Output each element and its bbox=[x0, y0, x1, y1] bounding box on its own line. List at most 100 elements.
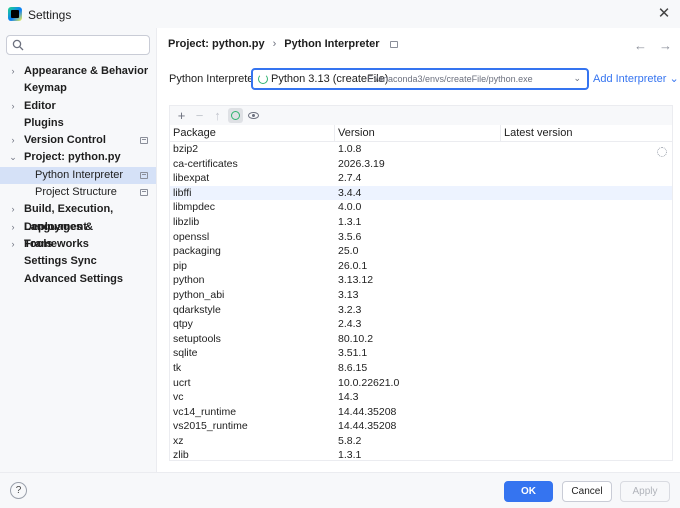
settings-search-box[interactable] bbox=[6, 35, 150, 55]
package-name-cell: python bbox=[173, 274, 205, 287]
chevron-right-icon[interactable]: › bbox=[9, 132, 17, 149]
packages-table-header: Package Version Latest version bbox=[170, 125, 672, 142]
sidebar-item-languages-frameworks[interactable]: › Languages & Frameworks bbox=[0, 219, 156, 250]
forward-arrow-icon[interactable]: → bbox=[659, 38, 672, 53]
table-row[interactable]: packaging 25.0 bbox=[170, 244, 672, 259]
table-row[interactable]: zlib 1.3.1 bbox=[170, 448, 672, 463]
table-row[interactable]: qtpy 2.4.3 bbox=[170, 317, 672, 332]
cancel-button[interactable]: Cancel bbox=[562, 481, 612, 502]
project-scope-icon bbox=[140, 171, 148, 179]
ok-button[interactable]: OK bbox=[504, 481, 553, 502]
add-package-icon[interactable]: + bbox=[174, 108, 189, 123]
back-arrow-icon[interactable]: ← bbox=[634, 38, 647, 53]
table-row[interactable]: libffi 3.4.4 bbox=[170, 185, 672, 201]
sidebar-item-label: Plugins bbox=[24, 116, 64, 129]
column-divider[interactable] bbox=[334, 125, 335, 142]
sidebar-item-settings-sync[interactable]: Settings Sync bbox=[0, 253, 156, 270]
table-row[interactable]: vc 14.3 bbox=[170, 390, 672, 405]
sidebar-item-plugins[interactable]: Plugins bbox=[0, 115, 156, 132]
package-name-cell: ucrt bbox=[173, 376, 191, 389]
refresh-icon[interactable] bbox=[228, 108, 243, 123]
package-version-cell: 5.8.2 bbox=[338, 434, 362, 447]
interpreter-select[interactable]: Python 3.13 (createFile) E:/anaconda3/en… bbox=[251, 68, 589, 90]
table-row[interactable]: libmpdec 4.0.0 bbox=[170, 200, 672, 215]
table-row[interactable]: bzip2 1.0.8 bbox=[170, 142, 672, 157]
table-row[interactable]: libexpat 2.7.4 bbox=[170, 171, 672, 186]
breadcrumb-page: Python Interpreter bbox=[284, 38, 380, 50]
package-version-cell: 3.4.4 bbox=[338, 186, 362, 199]
chevron-down-icon[interactable]: ⌄ bbox=[9, 149, 17, 166]
chevron-down-icon: ⌄ bbox=[669, 73, 679, 85]
sidebar-item-appearance-behavior[interactable]: › Appearance & Behavior bbox=[0, 63, 156, 80]
sidebar-item-project-python-py[interactable]: ⌄ Project: python.py bbox=[0, 149, 156, 166]
column-header-version[interactable]: Version bbox=[338, 127, 375, 139]
package-name-cell: libzlib bbox=[173, 215, 200, 228]
sidebar-item-advanced-settings[interactable]: Advanced Settings bbox=[0, 271, 156, 288]
table-row[interactable]: python_abi 3.13 bbox=[170, 288, 672, 303]
package-version-cell: 3.51.1 bbox=[338, 347, 368, 360]
breadcrumb-project[interactable]: Project: python.py bbox=[168, 38, 265, 50]
project-scope-icon bbox=[140, 137, 148, 145]
sidebar-item-label: Python Interpreter bbox=[35, 168, 124, 181]
breadcrumb: Project: python.py › Python Interpreter bbox=[168, 38, 398, 50]
add-interpreter-link[interactable]: Add Interpreter ⌄ bbox=[593, 72, 679, 85]
sidebar-item-tools[interactable]: › Tools bbox=[0, 236, 156, 253]
table-row[interactable]: vc14_runtime 14.44.35208 bbox=[170, 405, 672, 420]
package-name-cell: xz bbox=[173, 434, 184, 447]
loading-spinner-icon bbox=[258, 74, 268, 84]
table-row[interactable]: xz 5.8.2 bbox=[170, 434, 672, 449]
column-header-latest-version[interactable]: Latest version bbox=[504, 127, 572, 139]
chevron-right-icon[interactable]: › bbox=[9, 236, 17, 253]
sidebar-item-python-interpreter[interactable]: Python Interpreter bbox=[0, 166, 156, 185]
chevron-right-icon[interactable]: › bbox=[9, 201, 17, 218]
column-divider[interactable] bbox=[500, 125, 501, 142]
package-version-cell: 4.0.0 bbox=[338, 201, 362, 214]
sidebar-item-label: Settings Sync bbox=[24, 255, 97, 268]
table-row[interactable]: vs2015_runtime 14.44.35208 bbox=[170, 419, 672, 434]
sidebar-item-project-structure[interactable]: Project Structure bbox=[0, 184, 156, 201]
remove-package-icon[interactable]: − bbox=[192, 108, 207, 123]
settings-content-pane: Project: python.py › Python Interpreter … bbox=[156, 28, 680, 472]
package-name-cell: libffi bbox=[173, 186, 192, 199]
upgrade-package-icon[interactable]: ↑ bbox=[210, 108, 225, 123]
sidebar-item-version-control[interactable]: › Version Control bbox=[0, 132, 156, 149]
table-row[interactable]: tk 8.6.15 bbox=[170, 361, 672, 376]
table-row[interactable]: ucrt 10.0.22621.0 bbox=[170, 376, 672, 391]
interpreter-row: Python Interpreter: Python 3.13 (createF… bbox=[169, 68, 679, 90]
sidebar-item-keymap[interactable]: Keymap bbox=[0, 80, 156, 97]
table-row[interactable]: sqlite 3.51.1 bbox=[170, 346, 672, 361]
search-icon bbox=[12, 39, 24, 51]
table-row[interactable]: qdarkstyle 3.2.3 bbox=[170, 303, 672, 318]
sidebar-item-build-execution-deployment[interactable]: › Build, Execution, Deployment bbox=[0, 201, 156, 232]
table-row[interactable]: setuptools 80.10.2 bbox=[170, 332, 672, 347]
table-row[interactable]: python 3.13.12 bbox=[170, 273, 672, 288]
table-row[interactable]: openssl 3.5.6 bbox=[170, 230, 672, 245]
dialog-footer: ? OK Cancel Apply bbox=[0, 472, 680, 508]
show-early-releases-eye-icon[interactable] bbox=[246, 108, 261, 123]
package-name-cell: libmpdec bbox=[173, 201, 216, 214]
table-row[interactable]: libzlib 1.3.1 bbox=[170, 215, 672, 230]
chevron-right-icon[interactable]: › bbox=[9, 219, 17, 236]
close-icon[interactable]: ✕ bbox=[656, 6, 672, 22]
window-title: Settings bbox=[28, 8, 72, 22]
table-row[interactable]: pip 26.0.1 bbox=[170, 259, 672, 274]
chevron-right-icon[interactable]: › bbox=[9, 98, 17, 115]
help-button[interactable]: ? bbox=[10, 482, 27, 499]
package-name-cell: pip bbox=[173, 259, 188, 272]
table-row[interactable]: ca-certificates 2026.3.19 bbox=[170, 157, 672, 172]
apply-button[interactable]: Apply bbox=[620, 481, 670, 502]
sidebar-item-label: Keymap bbox=[24, 82, 67, 95]
package-name-cell: vc14_runtime bbox=[173, 405, 237, 418]
settings-search-input[interactable] bbox=[29, 38, 147, 52]
package-name-cell: setuptools bbox=[173, 332, 221, 345]
sidebar-item-label: Editor bbox=[24, 99, 56, 112]
sidebar-item-editor[interactable]: › Editor bbox=[0, 98, 156, 115]
column-header-package[interactable]: Package bbox=[173, 127, 216, 139]
sidebar-item-label: Advanced Settings bbox=[24, 272, 124, 285]
package-name-cell: zlib bbox=[173, 449, 189, 462]
history-nav: ← → bbox=[634, 38, 672, 53]
package-name-cell: packaging bbox=[173, 245, 221, 258]
title-bar: Settings ✕ bbox=[0, 0, 680, 28]
package-version-cell: 80.10.2 bbox=[338, 332, 374, 345]
chevron-right-icon[interactable]: › bbox=[9, 63, 17, 80]
